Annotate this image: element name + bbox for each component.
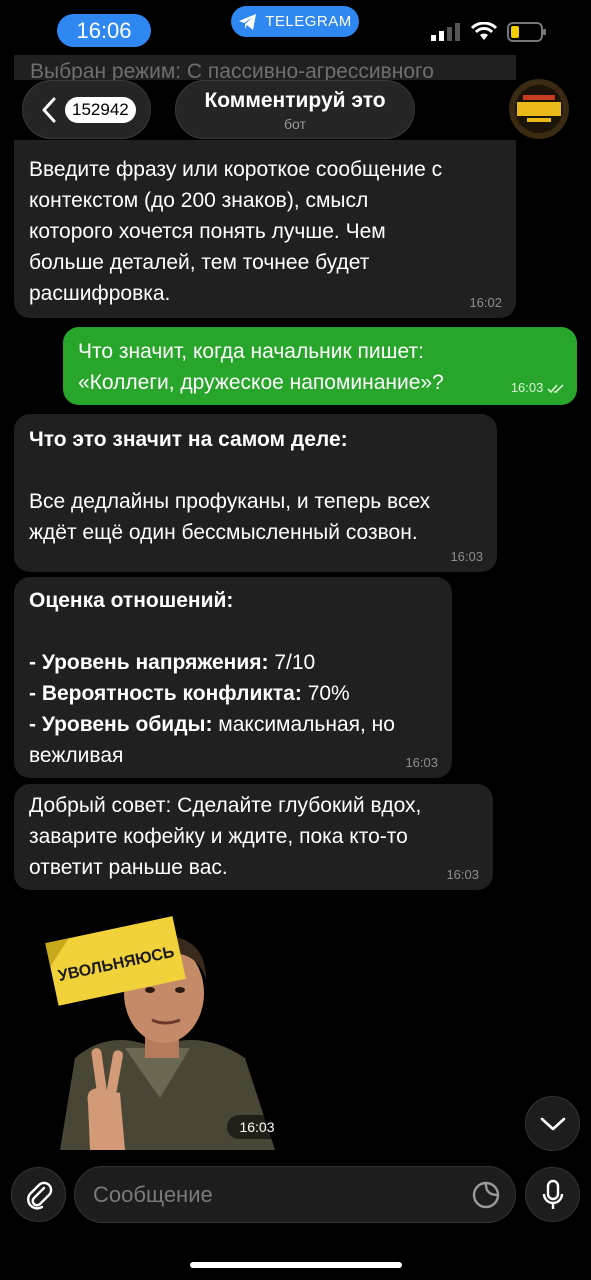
message-text-line: расшифровка. xyxy=(29,282,171,305)
rating-row: - Вероятность конфликта: 70% xyxy=(29,678,437,709)
rating-value: 7/10 xyxy=(268,651,316,674)
message-text-line: Все дедлайны профуканы, и теперь всех xyxy=(29,490,431,513)
chevron-down-icon xyxy=(540,1117,565,1130)
scroll-down-button[interactable] xyxy=(525,1096,580,1151)
rating-label: - Уровень напряжения: xyxy=(29,651,269,674)
rating-row: - Уровень обиды: максимальная, но xyxy=(29,709,437,740)
status-bar: 16:06 TELEGRAM xyxy=(0,0,591,60)
sticker-image: УВОЛЬНЯЮСЬ xyxy=(45,916,275,1150)
attach-button[interactable] xyxy=(11,1167,66,1222)
message-text-line: которого хочется понять лучше. Чем xyxy=(29,220,386,243)
message-text-line: Введите фразу или короткое сообщение с xyxy=(29,158,443,181)
rating-row: - Уровень напряжения: 7/10 xyxy=(29,647,437,678)
message-bubble-incoming[interactable]: Оценка отношений: - Уровень напряжения: … xyxy=(14,577,452,778)
message-time: 16:03 xyxy=(450,549,483,564)
message-text-line: заварите кофейку и ждите, пока кто-то xyxy=(29,825,408,848)
sticker-message[interactable]: УВОЛЬНЯЮСЬ xyxy=(30,898,285,1150)
telegram-icon xyxy=(239,13,257,30)
message-text-line: «Коллеги, дружеское напоминание»? xyxy=(78,371,444,394)
message-text-line: ждёт ещё один бессмысленный созвон. xyxy=(29,521,418,544)
message-time: 16:03 xyxy=(446,867,479,882)
paperclip-icon xyxy=(26,1181,52,1210)
chat-subtitle: бот xyxy=(284,116,306,132)
telegram-pill-label: TELEGRAM xyxy=(265,13,352,30)
bot-avatar[interactable] xyxy=(509,79,569,139)
message-text-line: ответит раньше вас. xyxy=(29,856,228,879)
message-text-line: Добрый совет: Сделайте глубокий вдох, xyxy=(29,794,422,817)
microphone-icon xyxy=(542,1179,563,1209)
battery-icon xyxy=(507,22,546,42)
chevron-left-icon xyxy=(42,97,56,122)
signal-icon xyxy=(431,23,460,41)
chat-title-area[interactable]: Комментируй это бот xyxy=(175,80,415,139)
rating-label: - Вероятность конфликта: xyxy=(29,682,302,705)
message-bubble-incoming[interactable]: Введите фразу или короткое сообщение с к… xyxy=(14,140,516,318)
chat-title: Комментируй это xyxy=(204,89,386,112)
rating-value: максимальная, но xyxy=(212,713,395,736)
message-text-line: вежливая xyxy=(29,744,124,767)
message-text-line: больше деталей, тем точнее будет xyxy=(29,251,370,274)
home-indicator xyxy=(190,1262,402,1268)
double-check-icon xyxy=(547,384,564,394)
message-time-read: 16:03 xyxy=(511,381,565,394)
rating-value: 70% xyxy=(301,682,350,705)
status-time: 16:06 xyxy=(57,14,151,47)
message-time: 16:02 xyxy=(469,295,502,310)
bot-avatar-icon xyxy=(509,79,569,139)
message-bubble-outgoing[interactable]: Что значит, когда начальник пишет: «Колл… xyxy=(63,327,577,405)
message-time: 16:03 xyxy=(510,379,544,395)
message-input-wrap xyxy=(74,1166,516,1223)
sticker-button[interactable] xyxy=(471,1180,501,1215)
sticker-time: 16:03 xyxy=(227,1115,287,1139)
unread-badge: 152942 xyxy=(65,96,136,123)
message-heading: Что это значит на самом деле: xyxy=(29,428,348,451)
sticker-icon xyxy=(472,1181,500,1209)
rating-label: - Уровень обиды: xyxy=(29,713,213,736)
message-text-line: контекстом (до 200 знаков), смысл xyxy=(29,189,369,212)
message-heading: Оценка отношений: xyxy=(29,589,234,612)
message-input[interactable] xyxy=(93,1167,463,1222)
message-bubble-incoming[interactable]: Добрый совет: Сделайте глубокий вдох, за… xyxy=(14,784,493,890)
wifi-icon xyxy=(471,22,497,40)
message-text-line: Что значит, когда начальник пишет: xyxy=(78,340,424,363)
telegram-pill[interactable]: TELEGRAM xyxy=(231,6,359,37)
microphone-button[interactable] xyxy=(525,1167,580,1222)
back-button[interactable]: 152942 xyxy=(22,80,151,139)
message-bubble-incoming[interactable]: Что это значит на самом деле: Все дедлай… xyxy=(14,414,497,572)
message-time: 16:03 xyxy=(405,755,438,770)
system-icons xyxy=(431,22,547,42)
